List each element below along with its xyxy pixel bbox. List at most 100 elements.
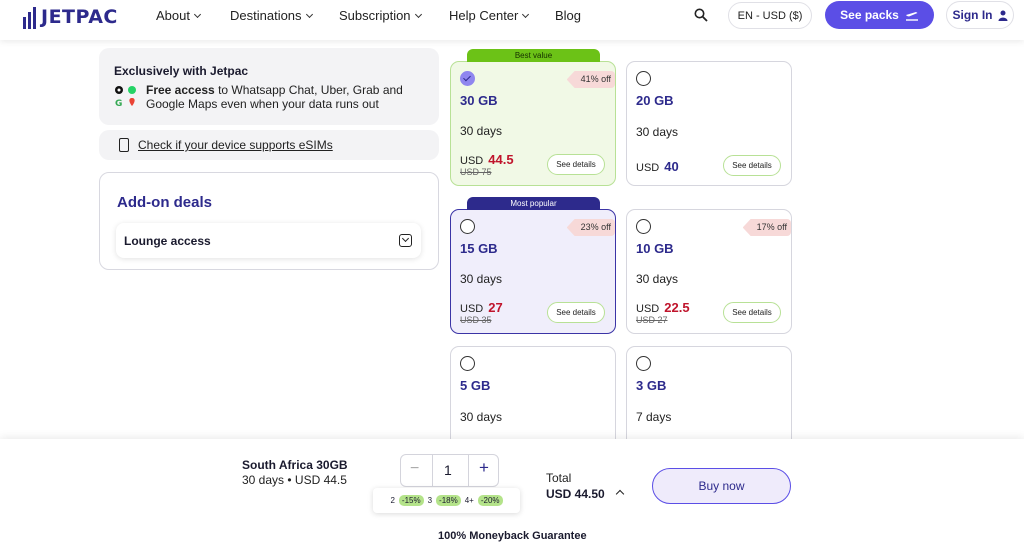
chevron-down-icon bbox=[522, 10, 530, 18]
chevron-down-icon bbox=[414, 10, 422, 18]
package-radio[interactable] bbox=[636, 71, 651, 86]
exclusive-text: Free access to Whatsapp Chat, Uber, Grab… bbox=[146, 83, 426, 111]
discount-badge: 17% off bbox=[742, 219, 791, 236]
exclusive-panel: Exclusively with Jetpac G Free access to… bbox=[99, 48, 439, 125]
best-value-ribbon: Best value bbox=[467, 49, 600, 62]
package-duration: 30 days bbox=[636, 272, 679, 286]
chevron-up-icon[interactable] bbox=[615, 489, 625, 499]
nav-about-label: About bbox=[156, 8, 190, 23]
see-details-button[interactable]: See details bbox=[723, 155, 781, 176]
old-price: USD 35 bbox=[460, 315, 492, 325]
package-radio[interactable] bbox=[460, 219, 475, 234]
chevron-down-icon bbox=[399, 234, 412, 247]
price-currency: USD bbox=[460, 155, 484, 167]
price-currency: USD bbox=[636, 162, 660, 174]
see-details-button[interactable]: See details bbox=[723, 302, 781, 323]
discount-tag: -18% bbox=[436, 495, 461, 506]
selected-check-icon[interactable] bbox=[460, 71, 475, 86]
price-value: 27 bbox=[488, 300, 503, 315]
svg-text:G: G bbox=[115, 99, 122, 109]
discount-qty: 2 bbox=[390, 496, 395, 505]
esim-check-link[interactable]: Check if your device supports eSIMs bbox=[138, 138, 333, 152]
package-duration: 30 days bbox=[460, 410, 503, 424]
package-card-20gb[interactable]: 20 GB 30 days USD 40 See details bbox=[626, 61, 792, 186]
package-card-15gb[interactable]: Most popular 23% off 15 GB 30 days USD 2… bbox=[450, 197, 616, 334]
package-radio[interactable] bbox=[460, 356, 475, 371]
package-price: USD 22.5 bbox=[636, 300, 690, 315]
decrease-button[interactable]: − bbox=[410, 460, 419, 478]
package-data-amount: 5 GB bbox=[460, 378, 491, 393]
nav-help-center[interactable]: Help Center bbox=[449, 8, 530, 23]
package-data-amount: 30 GB bbox=[460, 93, 498, 108]
nav-destinations[interactable]: Destinations bbox=[230, 8, 313, 23]
nav-about[interactable]: About bbox=[156, 8, 202, 23]
package-duration: 30 days bbox=[460, 124, 503, 138]
price-value: 44.5 bbox=[488, 152, 514, 167]
total-value: USD 44.50 bbox=[546, 487, 605, 501]
package-duration: 30 days bbox=[460, 272, 503, 286]
package-price: USD 27 bbox=[460, 300, 503, 315]
most-popular-ribbon: Most popular bbox=[467, 197, 600, 210]
exclusive-bold: Free access bbox=[146, 83, 215, 97]
addon-title: Add-on deals bbox=[117, 194, 213, 211]
discount-qty: 3 bbox=[427, 496, 433, 505]
package-duration: 30 days bbox=[636, 125, 679, 139]
see-packs-button[interactable]: See packs bbox=[825, 1, 934, 29]
quantity-stepper: − 1 + bbox=[400, 454, 499, 487]
moneyback-guarantee: 100% Moneyback Guarantee bbox=[438, 530, 587, 542]
nav-help-label: Help Center bbox=[449, 8, 519, 23]
lounge-access-dropdown[interactable]: Lounge access bbox=[116, 223, 421, 258]
discount-badge: 41% off bbox=[566, 71, 615, 88]
phone-icon bbox=[119, 138, 129, 152]
see-packs-label: See packs bbox=[840, 8, 899, 22]
language-currency-selector[interactable]: EN - USD ($) bbox=[728, 2, 812, 29]
package-data-amount: 20 GB bbox=[636, 93, 674, 108]
package-data-amount: 3 GB bbox=[636, 378, 667, 393]
increase-button[interactable]: + bbox=[479, 458, 489, 478]
lounge-access-label: Lounge access bbox=[124, 234, 211, 248]
partner-apps-icon: G bbox=[115, 86, 136, 109]
see-details-button[interactable]: See details bbox=[547, 302, 605, 323]
addon-deals-panel: Add-on deals Lounge access bbox=[99, 172, 439, 270]
top-nav: JETPAC About Destinations Subscription H… bbox=[0, 0, 1024, 40]
product-name: South Africa 30GB bbox=[242, 458, 348, 472]
logo-bars-icon bbox=[23, 7, 36, 29]
price-currency: USD bbox=[636, 303, 660, 315]
plane-icon bbox=[905, 12, 918, 21]
sign-in-button[interactable]: Sign In bbox=[946, 1, 1014, 29]
sign-in-label: Sign In bbox=[952, 8, 993, 22]
package-radio[interactable] bbox=[636, 219, 651, 234]
chevron-down-icon bbox=[193, 10, 202, 18]
nav-destinations-label: Destinations bbox=[230, 8, 302, 23]
price-currency: USD bbox=[460, 303, 484, 315]
package-card-30gb[interactable]: Best value 41% off 30 GB 30 days USD 44.… bbox=[450, 49, 616, 186]
logo-text: JETPAC bbox=[41, 6, 118, 28]
nav-blog[interactable]: Blog bbox=[555, 8, 581, 23]
buy-now-button[interactable]: Buy now bbox=[652, 468, 791, 504]
discount-tag: -20% bbox=[477, 495, 503, 506]
package-price: USD 44.5 bbox=[460, 152, 514, 167]
nav-subscription[interactable]: Subscription bbox=[339, 8, 422, 23]
bulk-discount-tooltip: 2 -15% 3 -18% 4+ -20% bbox=[373, 488, 520, 513]
jetpac-logo[interactable]: JETPAC bbox=[22, 3, 118, 31]
package-duration: 7 days bbox=[636, 410, 672, 424]
package-price: USD 40 bbox=[636, 159, 679, 174]
exclusive-title: Exclusively with Jetpac bbox=[114, 64, 249, 78]
package-radio[interactable] bbox=[636, 356, 651, 371]
package-data-amount: 10 GB bbox=[636, 241, 674, 256]
see-details-button[interactable]: See details bbox=[547, 154, 605, 175]
stepper-divider bbox=[468, 455, 469, 486]
chevron-down-icon bbox=[305, 10, 313, 18]
search-icon[interactable] bbox=[694, 8, 708, 22]
package-data-amount: 15 GB bbox=[460, 241, 498, 256]
esim-check-panel: Check if your device supports eSIMs bbox=[99, 130, 439, 160]
nav-subscription-label: Subscription bbox=[339, 8, 411, 23]
stepper-divider bbox=[432, 455, 433, 486]
nav-blog-label: Blog bbox=[555, 8, 582, 23]
quantity-value[interactable]: 1 bbox=[444, 462, 452, 478]
package-card-10gb[interactable]: 17% off 10 GB 30 days USD 22.5 USD 27 Se… bbox=[626, 209, 792, 334]
user-icon bbox=[998, 10, 1007, 21]
discount-tag: -15% bbox=[398, 495, 424, 506]
discount-badge: 23% off bbox=[566, 219, 615, 236]
old-price: USD 27 bbox=[636, 315, 668, 325]
